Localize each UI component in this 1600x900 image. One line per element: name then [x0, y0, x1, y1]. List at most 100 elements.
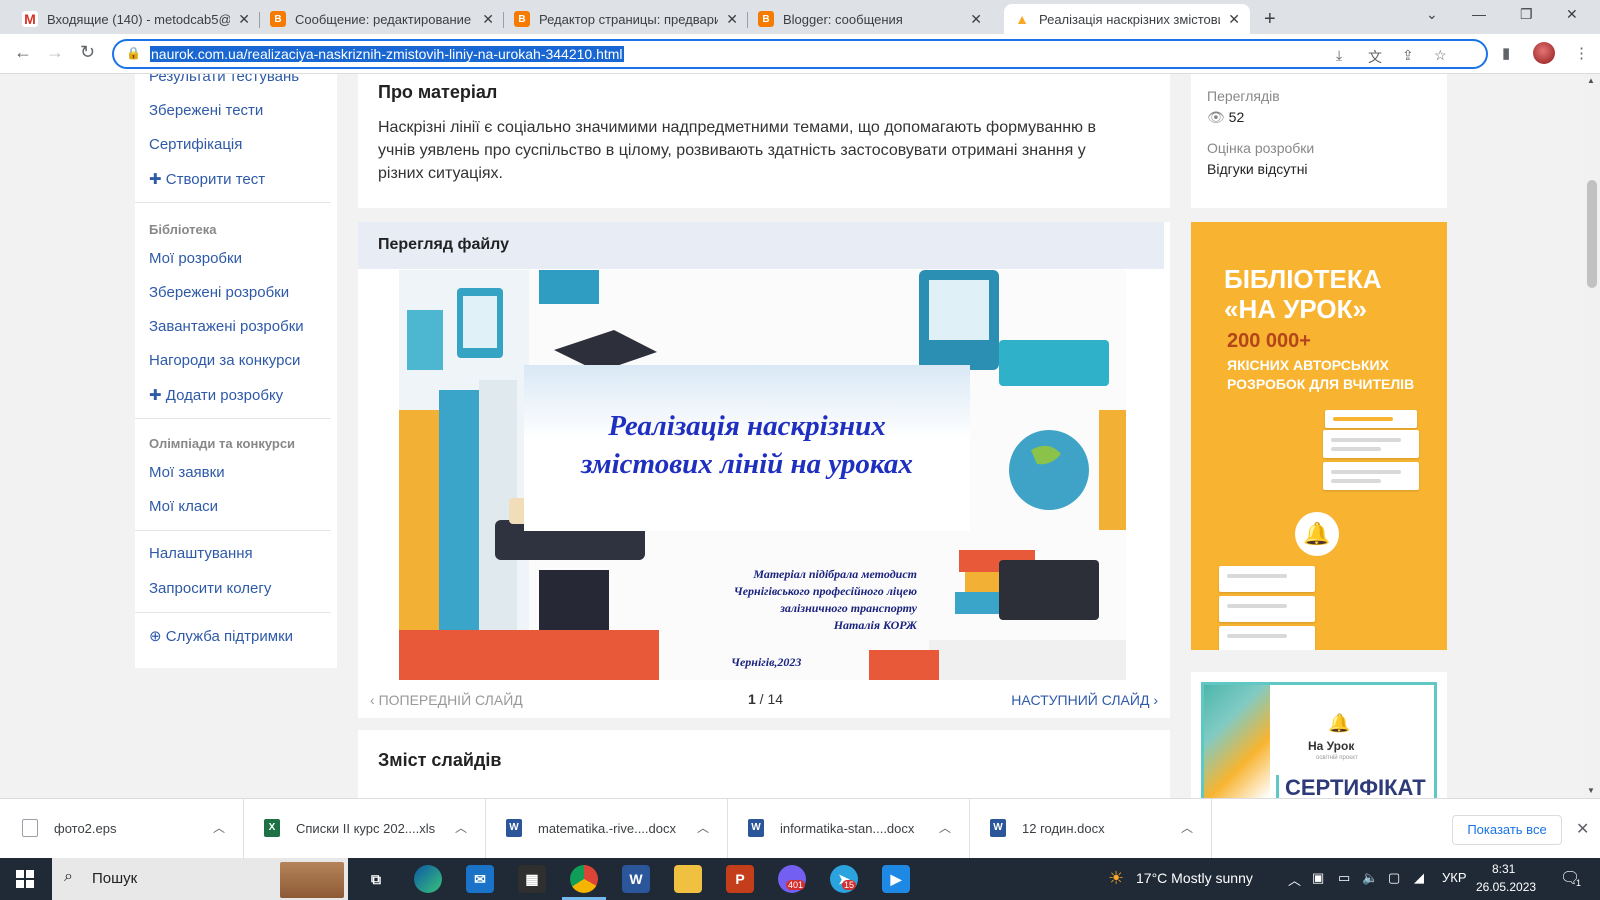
sidebar-item-my-classes[interactable]: Мої класи — [149, 498, 218, 515]
scroll-up-icon[interactable]: ▲ — [1587, 76, 1595, 85]
tab-gmail[interactable]: M Входящие (140) - metodcab5@g ✕ — [12, 4, 260, 34]
window-close-icon[interactable]: ✕ — [1566, 6, 1578, 23]
mail-icon[interactable]: ✉ — [466, 865, 494, 893]
back-arrow-icon[interactable]: ← — [14, 42, 32, 63]
sidebar-item-my-materials[interactable]: Мої розробки — [149, 250, 242, 267]
library-ad-banner[interactable]: БІБЛІОТЕКА «НА УРОК» 200 000+ ЯКІСНИХ АВ… — [1191, 222, 1447, 650]
bookmark-star-icon[interactable]: ☆ — [1434, 47, 1447, 64]
browser-menu-icon[interactable]: ⋮ — [1574, 44, 1589, 62]
close-icon[interactable]: ✕ — [1576, 819, 1589, 839]
windows-start-icon[interactable] — [16, 870, 34, 888]
tray-app-icon[interactable]: ▣ — [1312, 870, 1324, 886]
next-slide-button[interactable]: НАСТУПНИЙ СЛАЙД › — [1011, 692, 1158, 708]
download-item[interactable]: фото2.eps ︿ — [8, 799, 244, 859]
tab-naurok-active[interactable]: ▲ Реалізація наскрізних змістови ✕ — [1004, 4, 1250, 34]
battery-icon[interactable]: ▭ — [1338, 870, 1350, 886]
download-item[interactable]: X Списки ІІ курс 202....xls ︿ — [250, 799, 486, 859]
side-panel-icon[interactable]: ▮ — [1502, 44, 1510, 62]
install-app-icon[interactable]: ⤓ — [1336, 47, 1342, 64]
naurok-bell-icon: 🔔 — [1328, 713, 1351, 733]
certificate-preview: 🔔 На Урок освітній проєкт СЕРТИФІКАТ — [1201, 682, 1437, 798]
tab-blogger-page-editor[interactable]: B Редактор страницы: предварит ✕ — [504, 4, 748, 34]
clock-time[interactable]: 8:31 — [1492, 862, 1515, 876]
sidebar-item-my-applications[interactable]: Мої заявки — [149, 464, 225, 481]
download-item[interactable]: W informatika-stan....docx ︿ — [734, 799, 970, 859]
forward-arrow-icon[interactable]: → — [46, 42, 64, 63]
lock-icon[interactable]: 🔒 — [126, 46, 141, 60]
edge-icon[interactable] — [414, 865, 442, 893]
previous-slide-button[interactable]: ‹ ПОПЕРЕДНІЙ СЛАЙД — [370, 692, 523, 708]
minimize-icon[interactable]: — — [1472, 6, 1486, 22]
store-icon[interactable]: ▦ — [518, 865, 546, 893]
browser-toolbar: ← → ↻ 🔒 naurok.com.ua/realizaciya-naskri… — [0, 34, 1600, 74]
sidebar-item-contest-awards[interactable]: Нагороди за конкурси — [149, 352, 300, 369]
ad-decor-card — [1219, 626, 1315, 650]
slide-image[interactable]: Реалізація наскрізних змістових ліній на… — [399, 270, 1126, 680]
word-icon[interactable]: W — [622, 865, 650, 893]
close-icon[interactable]: ✕ — [1228, 11, 1240, 28]
sidebar-item-saved-tests[interactable]: Збережені тести — [149, 102, 263, 119]
ad-decor-card — [1323, 430, 1419, 458]
file-explorer-icon[interactable] — [674, 865, 702, 893]
close-icon[interactable]: ✕ — [482, 11, 494, 28]
scroll-down-icon[interactable]: ▼ — [1587, 786, 1595, 795]
wifi-icon[interactable]: ◢ — [1414, 870, 1424, 886]
new-tab-plus-icon[interactable]: + — [1264, 8, 1276, 31]
sidebar-item-saved-materials[interactable]: Збережені розробки — [149, 284, 289, 301]
slide-contents-card: Зміст слайдів — [358, 730, 1170, 798]
sidebar-item-test-results[interactable]: Результати тестувань — [149, 74, 299, 85]
show-all-downloads-button[interactable]: Показать все — [1452, 815, 1562, 845]
tab-search-chevron-icon[interactable]: ⌄ — [1426, 6, 1438, 23]
sidebar-item-create-test[interactable]: ✚ Створити тест — [149, 170, 265, 188]
sidebar-item-support[interactable]: ⊕ Служба підтримки — [149, 627, 293, 645]
restore-icon[interactable]: ❐ — [1520, 6, 1533, 23]
powerpoint-icon[interactable]: P — [726, 865, 754, 893]
display-icon[interactable]: ▢ — [1388, 870, 1400, 886]
video-app-icon[interactable]: ▶ — [882, 865, 910, 893]
windows-taskbar: ⌕ Пошук ⧉ ✉ ▦ W P 401 ➤ 15 ▶ ☀ 17°C Most… — [0, 858, 1600, 900]
chevron-up-icon[interactable]: ︿ — [213, 819, 225, 836]
chevron-up-icon[interactable]: ︿ — [455, 819, 467, 836]
close-icon[interactable]: ✕ — [238, 11, 250, 28]
chevron-up-icon[interactable]: ︿ — [939, 819, 951, 836]
sidebar-item-downloaded-materials[interactable]: Завантажені розробки — [149, 318, 304, 335]
sidebar-item-certification[interactable]: Сертифікація — [149, 136, 242, 153]
blogger-icon: B — [514, 11, 530, 27]
tray-chevron-icon[interactable]: ︿ — [1288, 870, 1301, 889]
chevron-left-icon: ‹ — [370, 692, 379, 708]
weather-sun-icon[interactable]: ☀ — [1108, 868, 1124, 889]
tab-title: Входящие (140) - metodcab5@g — [47, 11, 231, 27]
tab-blogger-posts[interactable]: B Blogger: сообщения ✕ — [748, 4, 992, 34]
share-icon[interactable]: ⇪ — [1402, 47, 1414, 64]
url-text[interactable]: naurok.com.ua/realizaciya-naskriznih-zmi… — [150, 46, 624, 62]
volume-icon[interactable]: 🔈 — [1362, 870, 1378, 886]
translate-icon[interactable]: 文 — [1368, 47, 1382, 67]
certificate-card[interactable]: 🔔 На Урок освітній проєкт СЕРТИФІКАТ — [1191, 672, 1447, 798]
page-viewport: Результати тестувань Збережені тести Сер… — [0, 74, 1584, 798]
chevron-up-icon[interactable]: ︿ — [1181, 819, 1193, 836]
sidebar-item-invite-colleague[interactable]: Запросити колегу — [149, 580, 271, 597]
weather-text[interactable]: 17°C Mostly sunny — [1136, 870, 1253, 886]
ad-decor-card — [1323, 462, 1419, 490]
taskbar-search-box[interactable]: ⌕ Пошук — [52, 858, 348, 900]
chrome-icon[interactable] — [562, 865, 606, 900]
sidebar-item-settings[interactable]: Налаштування — [149, 545, 253, 562]
address-bar[interactable]: 🔒 naurok.com.ua/realizaciya-naskriznih-z… — [112, 39, 1488, 69]
download-item[interactable]: W matematika.-rive....docx ︿ — [492, 799, 728, 859]
scrollbar-thumb[interactable] — [1587, 180, 1597, 288]
reload-icon[interactable]: ↻ — [80, 42, 95, 63]
word-icon: W — [990, 819, 1006, 837]
download-item[interactable]: W 12 годин.docx ︿ — [976, 799, 1212, 859]
clock-date[interactable]: 26.05.2023 — [1476, 880, 1536, 894]
task-view-icon[interactable]: ⧉ — [362, 865, 390, 893]
gmail-icon: M — [22, 11, 38, 27]
language-indicator[interactable]: УКР — [1442, 870, 1467, 885]
close-icon[interactable]: ✕ — [970, 11, 982, 28]
file-icon — [22, 819, 38, 837]
profile-avatar[interactable] — [1533, 42, 1555, 64]
chevron-up-icon[interactable]: ︿ — [697, 819, 709, 836]
sidebar-item-add-material[interactable]: ✚ Додати розробку — [149, 386, 283, 404]
page-scrollbar[interactable]: ▲ ▼ — [1584, 74, 1600, 798]
tab-blogger-edit[interactable]: B Сообщение: редактирование ✕ — [260, 4, 504, 34]
close-icon[interactable]: ✕ — [726, 11, 738, 28]
